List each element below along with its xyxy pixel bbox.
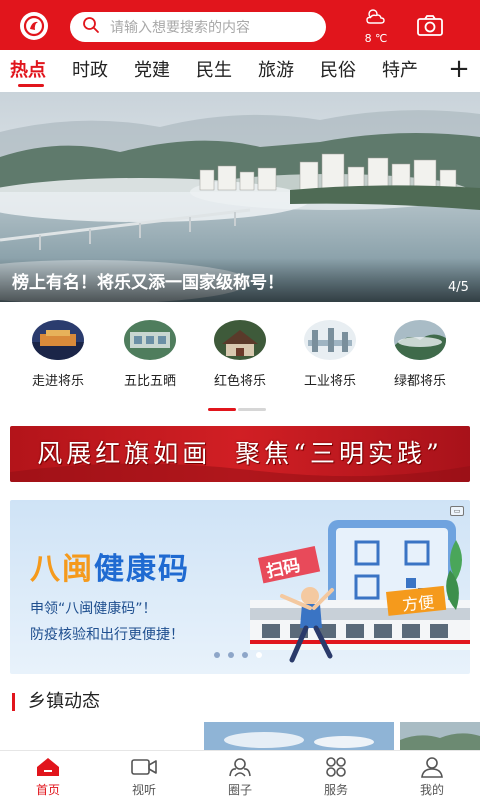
quick-link-industry[interactable]: 工业将乐 [286,316,374,389]
quick-link-thumbnail [32,320,84,360]
quick-link-red[interactable]: 红色将乐 [196,316,284,389]
active-tab-indicator [18,84,44,87]
circle-community-icon [229,758,251,777]
home-icon [37,758,59,776]
ad-convenient-tag: 方便 [401,592,436,615]
quick-link-explore[interactable]: 走进将乐 [14,316,102,389]
weather-widget[interactable]: 8 ℃ [356,7,396,45]
tab-tourism[interactable]: 旅游 [258,58,294,84]
health-code-ad[interactable]: ▭ 八闽健康码 申领“八闽健康码”！ 防疫核验和出行更便捷！ 扫码 方便 [10,500,470,674]
tab-hot[interactable]: 热点 [10,58,46,84]
search-bar[interactable]: 请输入想要搜索的内容 [70,12,326,42]
pager-dot-active [208,408,236,411]
tab-folk-customs[interactable]: 民俗 [320,58,356,84]
app-logo-icon[interactable] [20,12,48,40]
search-placeholder: 请输入想要搜索的内容 [110,20,250,36]
nav-community[interactable]: 圈子 [192,755,288,798]
ad-pager-dot [242,652,248,658]
quick-links-row: 走进将乐 五比五晒 红色将乐 工业将乐 绿都将乐 [0,316,480,396]
quick-link-thumbnail [394,320,446,360]
quick-link-green[interactable]: 绿都将乐 [376,316,464,389]
tab-specialty[interactable]: 特产 [382,58,418,84]
ad-title: 八闽健康码 [30,544,190,588]
nav-home[interactable]: 首页 [0,755,96,798]
hero-page-counter: 4/5 [448,280,469,295]
profile-icon [421,757,443,778]
camera-icon[interactable] [416,14,444,38]
bottom-navigation: 首页 视听 圈子 服务 我的 [0,750,480,800]
nav-services[interactable]: 服务 [288,755,384,798]
quick-link-thumbnail [124,320,176,360]
township-card-image[interactable] [204,722,394,750]
weather-cloudy-icon [366,9,385,24]
slogan-banner[interactable]: 风展红旗如画 聚焦“三明实践” [10,426,470,482]
nav-video[interactable]: 视听 [96,755,192,798]
ad-title-accent: 八闽 [30,552,94,587]
services-grid-icon [326,757,346,777]
quick-links-pager [208,408,268,411]
ad-pager [214,652,274,660]
ad-line-1: 申领“八闽健康码”！ [30,601,157,617]
tab-party-building[interactable]: 党建 [134,58,170,84]
category-tabs: 热点 时政 党建 民生 旅游 民俗 特产 [0,52,480,90]
ad-close-icon[interactable]: ▭ [450,506,464,516]
tab-livelihood[interactable]: 民生 [196,58,232,84]
ad-pager-dot [228,652,234,658]
ad-title-rest: 健康码 [94,552,190,587]
township-card-image[interactable] [400,722,480,750]
video-icon [131,759,157,775]
slogan-text: 风展红旗如画 聚焦“三明实践” [37,439,443,468]
search-icon [82,16,100,38]
quick-link-thumbnail [304,320,356,360]
ad-line-2: 防疫核验和出行更便捷！ [30,627,184,643]
pager-dot [238,408,266,411]
top-header: 请输入想要搜索的内容 8 ℃ [0,0,480,50]
section-accent-bar [12,693,15,711]
app-screen: 请输入想要搜索的内容 8 ℃ 热点 时政 党建 民生 旅游 民俗 特产 + 榜上… [0,0,480,800]
tab-politics[interactable]: 时政 [72,58,108,84]
nav-profile[interactable]: 我的 [384,755,480,798]
weather-temperature: 8 ℃ [364,32,388,45]
section-title: 乡镇动态 [28,691,100,712]
add-tab-button[interactable]: + [448,56,470,82]
quick-link-compare[interactable]: 五比五晒 [106,316,194,389]
quick-link-thumbnail [214,320,266,360]
hero-title[interactable]: 榜上有名！将乐又添一国家级称号！ [12,268,284,293]
ad-pager-dot [214,652,220,658]
ad-pager-dot-active [256,652,262,658]
